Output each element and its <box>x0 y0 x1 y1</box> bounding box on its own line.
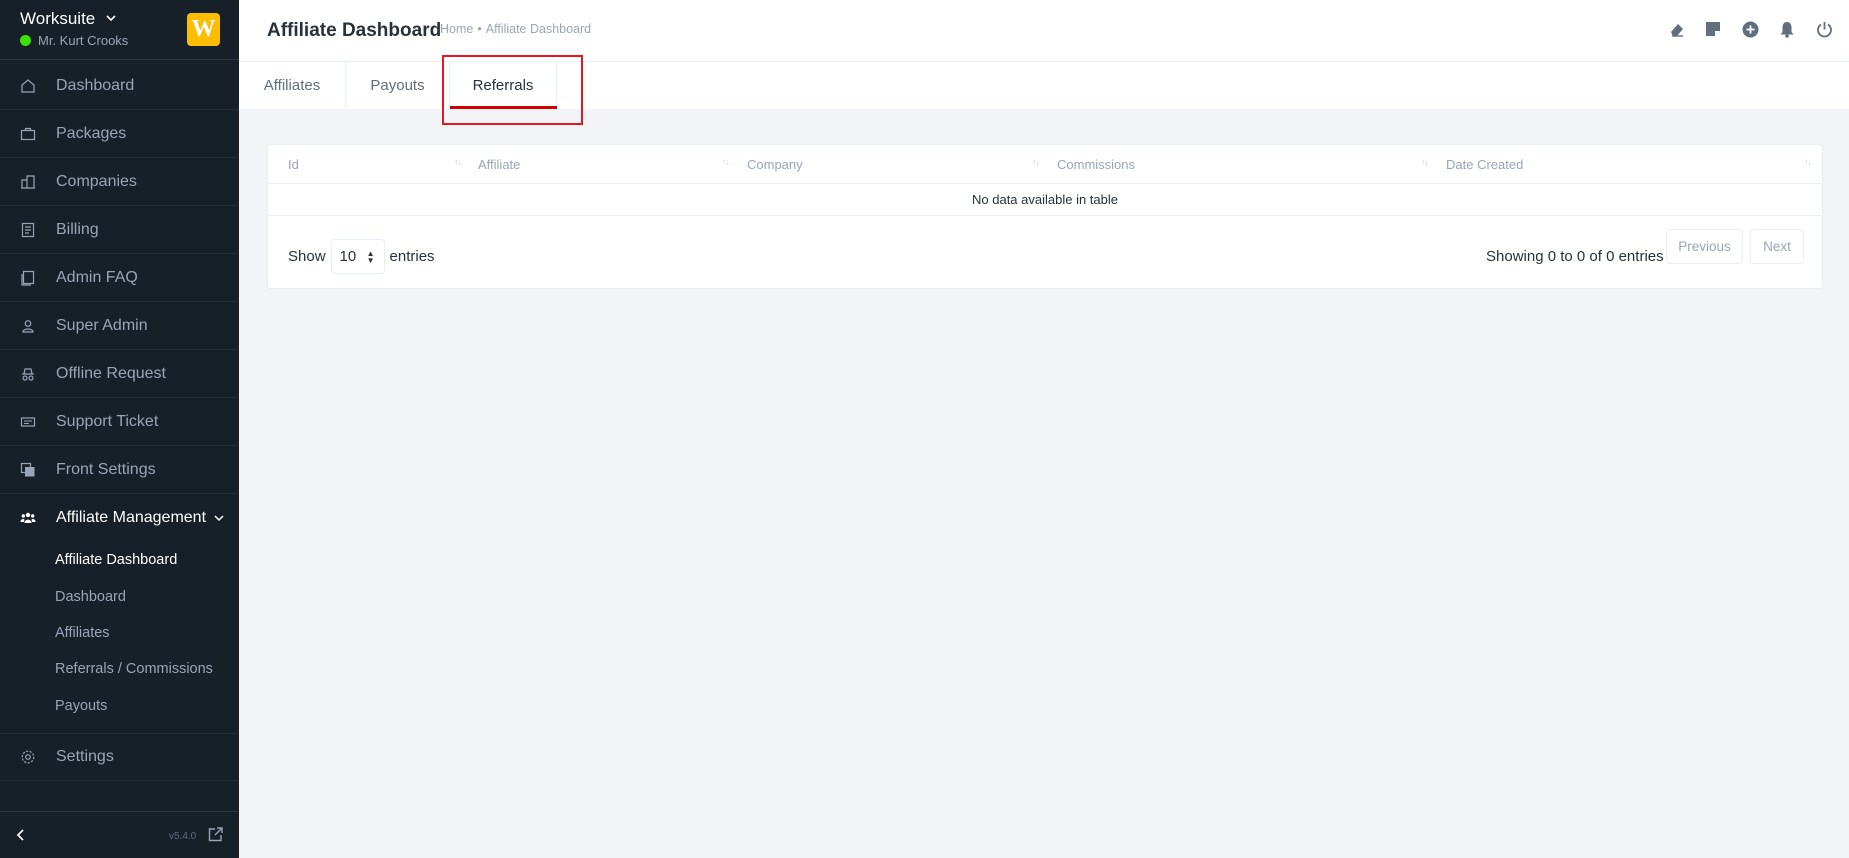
submenu-item-referrals-commissions[interactable]: Referrals / Commissions <box>55 661 213 677</box>
table-header: Id ↑↓ Affiliate ↑↓ Company ↑↓ Commission… <box>268 145 1822 184</box>
column-header-affiliate[interactable]: Affiliate <box>478 145 520 184</box>
version-label: v5.4.0 <box>169 831 197 842</box>
chevron-down-icon[interactable] <box>104 11 118 25</box>
brand-header[interactable]: Worksuite Mr. Kurt Crooks W <box>0 0 239 60</box>
buildings-icon <box>20 174 36 190</box>
tab-payouts[interactable]: Payouts <box>346 62 450 109</box>
external-link-icon[interactable] <box>207 826 224 843</box>
sidebar-item-label: Settings <box>56 748 114 765</box>
tab-affiliates[interactable]: Affiliates <box>239 62 346 109</box>
button-label: Next <box>1763 239 1791 254</box>
column-label: Affiliate <box>478 157 521 172</box>
tab-label: Affiliates <box>263 77 321 94</box>
incognito-icon <box>20 366 36 382</box>
show-label: Show <box>288 248 326 265</box>
empty-table-message: No data available in table <box>268 184 1822 216</box>
chevron-down-icon[interactable] <box>212 511 226 525</box>
sidebar-item-label: Affiliate Management <box>56 509 207 526</box>
previous-page-button[interactable]: Previous <box>1666 229 1743 264</box>
bell-icon[interactable] <box>1778 20 1796 38</box>
sidebar-item-label: Front Settings <box>56 460 156 478</box>
submenu-item-affiliate-dashboard[interactable]: Affiliate Dashboard <box>55 552 177 568</box>
select-arrows-icon: ▲ ▼ <box>366 249 375 265</box>
next-page-button[interactable]: Next <box>1750 229 1804 264</box>
sidebar-item-admin-faq[interactable]: Admin FAQ <box>0 254 239 302</box>
people-icon <box>20 510 36 526</box>
entries-label: entries <box>389 248 435 265</box>
breadcrumb-separator: • <box>477 22 482 36</box>
sidebar-item-label: Offline Request <box>56 364 166 382</box>
page-title: Affiliate Dashboard <box>267 20 442 41</box>
brand-name: Worksuite <box>20 9 96 28</box>
column-header-date-created[interactable]: Date Created <box>1446 145 1523 184</box>
gear-icon <box>20 749 36 765</box>
ticket-icon <box>20 414 36 430</box>
eraser-icon[interactable] <box>1667 20 1685 38</box>
sort-icon: ↑↓ <box>1421 157 1429 167</box>
sidebar-item-companies[interactable]: Companies <box>0 158 239 206</box>
user-name: Mr. Kurt Crooks <box>38 33 129 48</box>
column-header-company[interactable]: Company <box>747 145 803 184</box>
sidebar-item-label: Packages <box>56 124 127 142</box>
breadcrumb: Home • Affiliate Dashboard <box>440 22 591 36</box>
tab-label: Payouts <box>370 77 425 94</box>
sort-icon: ↑↓ <box>1804 157 1812 167</box>
page-size-value: 10 <box>339 248 357 265</box>
sidebar-item-settings[interactable]: Settings <box>0 733 239 781</box>
briefcase-icon <box>20 126 36 142</box>
sidebar-item-label: Dashboard <box>56 76 135 94</box>
page-length-control: Show 10 ▲ ▼ entries <box>288 239 435 274</box>
top-header: Affiliate Dashboard Home • Affiliate Das… <box>239 0 1849 62</box>
brand-logo[interactable]: W <box>187 13 220 46</box>
referrals-table-card: Id ↑↓ Affiliate ↑↓ Company ↑↓ Commission… <box>267 144 1823 289</box>
sidebar-item-label: Billing <box>56 220 99 238</box>
breadcrumb-home[interactable]: Home <box>440 22 473 36</box>
submenu-item-dashboard[interactable]: Dashboard <box>55 589 126 605</box>
sort-icon: ↑↓ <box>454 157 462 167</box>
logo-letter: W <box>191 16 216 42</box>
sidebar-item-label: Companies <box>56 172 137 190</box>
submenu-item-payouts[interactable]: Payouts <box>55 698 107 714</box>
column-label: Date Created <box>1446 157 1524 172</box>
house-icon <box>20 78 36 94</box>
current-user: Mr. Kurt Crooks <box>20 33 128 48</box>
sidebar: Worksuite Mr. Kurt Crooks W Dashboard Pa… <box>0 0 239 858</box>
online-status-dot <box>20 35 31 46</box>
sidebar-item-packages[interactable]: Packages <box>0 110 239 158</box>
user-icon <box>20 318 36 334</box>
stack-icon <box>20 462 36 478</box>
sticky-note-icon[interactable] <box>1704 20 1722 38</box>
sidebar-item-label: Super Admin <box>56 316 148 334</box>
breadcrumb-current: Affiliate Dashboard <box>485 22 592 36</box>
column-header-commissions[interactable]: Commissions <box>1057 145 1135 184</box>
chevron-left-icon[interactable] <box>13 827 29 843</box>
sidebar-footer: v5.4.0 <box>0 811 239 858</box>
button-label: Previous <box>1678 239 1731 254</box>
submenu-item-affiliates[interactable]: Affiliates <box>55 625 110 641</box>
sidebar-item-offline-request[interactable]: Offline Request <box>0 350 239 398</box>
plus-circle-icon[interactable] <box>1741 20 1759 38</box>
column-header-id[interactable]: Id <box>288 145 299 184</box>
table-info: Showing 0 to 0 of 0 entries <box>1486 248 1664 265</box>
page-size-select[interactable]: 10 ▲ ▼ <box>330 239 385 274</box>
sidebar-item-label: Admin FAQ <box>56 268 138 286</box>
document-icon <box>20 270 36 286</box>
sort-icon: ↑↓ <box>1032 157 1040 167</box>
sidebar-item-dashboard[interactable]: Dashboard <box>0 62 239 110</box>
column-label: Id <box>288 157 299 172</box>
sort-icon: ↑↓ <box>722 157 730 167</box>
header-actions <box>1648 20 1833 38</box>
highlight-box <box>442 55 583 125</box>
sidebar-item-front-settings[interactable]: Front Settings <box>0 446 239 494</box>
column-label: Commissions <box>1057 157 1136 172</box>
sidebar-item-label: Support Ticket <box>56 412 159 430</box>
sidebar-item-affiliate-management[interactable]: Affiliate Management <box>0 494 239 542</box>
sidebar-item-super-admin[interactable]: Super Admin <box>0 302 239 350</box>
column-label: Company <box>747 157 803 172</box>
receipt-icon <box>20 222 36 238</box>
power-icon[interactable] <box>1815 20 1833 38</box>
sidebar-item-support-ticket[interactable]: Support Ticket <box>0 398 239 446</box>
sidebar-item-billing[interactable]: Billing <box>0 206 239 254</box>
